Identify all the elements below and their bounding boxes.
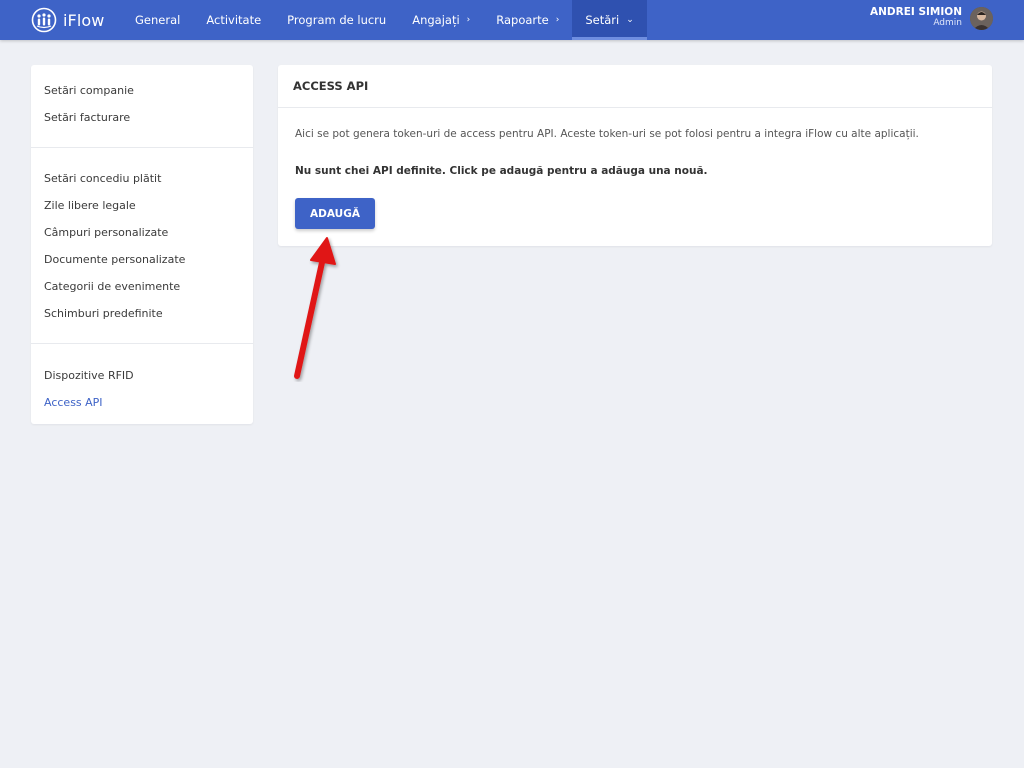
nav-rapoarte[interactable]: Rapoarte › [483, 0, 572, 40]
nav-setari[interactable]: Setări ⌄ [572, 0, 647, 40]
empty-state-notice: Nu sunt chei API definite. Click pe adau… [295, 165, 708, 177]
nav-label: General [135, 13, 181, 27]
brand-name: iFlow [63, 10, 105, 30]
brand-logo-link[interactable]: iFlow [31, 5, 104, 35]
nav-label: Activitate [206, 13, 262, 27]
chevron-down-icon: ⌄ [626, 15, 634, 25]
annotation-arrow-icon [294, 237, 336, 379]
sidebar-group-company: Setări companie Setări facturare [31, 65, 253, 147]
access-api-card: ACCESS API Aici se pot genera token-uri … [278, 65, 992, 246]
chevron-right-icon: › [555, 15, 560, 25]
sidebar-item-setari-companie[interactable]: Setări companie [31, 77, 253, 104]
sidebar-item-zile-libere[interactable]: Zile libere legale [31, 192, 253, 219]
add-api-key-button[interactable]: ADAUGĂ [295, 198, 375, 229]
sidebar-item-documente-personalizate[interactable]: Documente personalizate [31, 246, 253, 273]
sidebar-item-schimburi-predefinite[interactable]: Schimburi predefinite [31, 300, 253, 327]
user-avatar-icon [970, 7, 993, 30]
nav-activitate[interactable]: Activitate [193, 0, 274, 40]
nav-label: Program de lucru [287, 13, 387, 27]
nav-angajati[interactable]: Angajați › [399, 0, 483, 40]
user-role: Admin [933, 17, 962, 28]
main-nav: General Activitate Program de lucru Anga… [122, 0, 647, 40]
user-name: ANDREI SIMION [870, 6, 962, 18]
nav-label: Angajați [412, 13, 460, 27]
card-body: Aici se pot genera token-uri de access p… [278, 108, 992, 248]
nav-program-de-lucru[interactable]: Program de lucru [274, 0, 399, 40]
nav-general[interactable]: General [122, 0, 193, 40]
sidebar-group-integrations: Dispozitive RFID Access API [31, 343, 253, 426]
sidebar-item-categorii-evenimente[interactable]: Categorii de evenimente [31, 273, 253, 300]
nav-label: Setări [585, 13, 620, 27]
sidebar-item-setari-concediu[interactable]: Setări concediu plătit [31, 165, 253, 192]
sidebar-item-setari-facturare[interactable]: Setări facturare [31, 104, 253, 131]
avatar[interactable] [970, 7, 993, 30]
settings-sidebar: Setări companie Setări facturare Setări … [31, 65, 253, 424]
sidebar-group-hr: Setări concediu plătit Zile libere legal… [31, 147, 253, 343]
sidebar-item-access-api[interactable]: Access API [31, 389, 253, 416]
sidebar-item-campuri-personalizate[interactable]: Câmpuri personalizate [31, 219, 253, 246]
user-menu[interactable]: ANDREI SIMION Admin [870, 6, 962, 28]
iflow-logo-icon [31, 7, 57, 33]
top-navbar: iFlow General Activitate Program de lucr… [0, 0, 1024, 40]
sidebar-item-dispozitive-rfid[interactable]: Dispozitive RFID [31, 362, 253, 389]
description-text: Aici se pot genera token-uri de access p… [295, 128, 919, 140]
card-header: ACCESS API [278, 65, 992, 108]
chevron-right-icon: › [466, 15, 471, 25]
nav-label: Rapoarte [496, 13, 549, 27]
page-title: ACCESS API [293, 79, 369, 93]
